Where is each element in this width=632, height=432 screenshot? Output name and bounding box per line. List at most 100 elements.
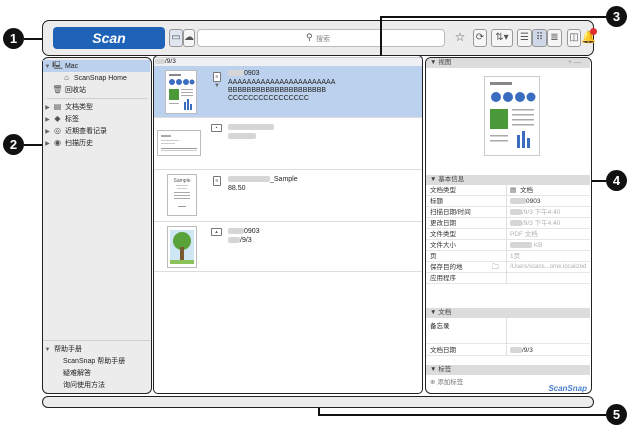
sidebar-divider xyxy=(47,98,147,99)
prop-key: 应用程序 xyxy=(430,275,456,282)
toolbar: Scan ▭ ☁ ⚲ 搜索 ☆ ⟳ ⇅▾ ☰ ⠿ ≣ ◫ 🔔 xyxy=(42,20,597,56)
search-input[interactable]: ⚲ 搜索 xyxy=(197,29,445,47)
prop-row: 保存目的地 🗀 /Users/scans...ome.localized xyxy=(426,262,590,273)
expand-triangle-icon[interactable]: ▼ xyxy=(43,344,52,356)
prop-value: /9/3 下午4:40 xyxy=(510,218,560,229)
prop-value: /9/3 下午4:40 xyxy=(510,207,560,218)
help-header-label: 帮助手册 xyxy=(53,346,82,353)
prop-row: 文档类型 ▤ 文档 xyxy=(426,185,590,196)
sidebar-divider xyxy=(43,340,150,341)
refresh-icon[interactable]: ⟳ xyxy=(473,29,487,47)
sidebar-item-document-type[interactable]: ▶ ▤ 文档类型 xyxy=(43,101,150,113)
preview-image xyxy=(484,76,540,156)
prop-row: 应用程序 xyxy=(426,273,590,284)
add-tag-label: 添加标签 xyxy=(437,379,464,386)
prop-key: 标题 xyxy=(430,198,443,205)
blurred-text xyxy=(510,242,532,249)
callout-leader xyxy=(24,38,42,40)
history-icon: ◉ xyxy=(54,138,61,147)
blurred-text xyxy=(510,198,526,205)
prop-key: 文档日期 xyxy=(430,347,456,354)
prop-value[interactable]: 0903 xyxy=(510,196,540,207)
prop-value: 1页 xyxy=(510,253,521,260)
callout-leader xyxy=(380,16,382,56)
sidebar-item-scan-history[interactable]: ▶ ◉ 扫描历史 xyxy=(43,137,150,149)
callout-leader xyxy=(380,16,606,18)
prop-value-text: /9/3 下午4:40 xyxy=(522,209,561,216)
callout-2: 2 xyxy=(3,134,24,155)
computer-view-icon[interactable]: ▭ xyxy=(169,29,183,47)
callout-leader xyxy=(592,180,606,182)
doc-type-icon: ▤ xyxy=(510,187,517,194)
callout-leader xyxy=(24,144,42,146)
sidebar-item-tags[interactable]: ▶ ◆ 标签 xyxy=(43,113,150,125)
prop-row: 扫描日期/时间 /9/3 下午4:40 xyxy=(426,207,590,218)
prop-row: 页 1页 xyxy=(426,251,590,262)
zoom-controls[interactable]: + — xyxy=(568,59,581,66)
sidebar-item-trash[interactable]: 🗑 回收站 xyxy=(43,84,150,96)
section-title: 标签 xyxy=(438,366,452,373)
trash-icon: 🗑 xyxy=(52,85,63,94)
help-section-header[interactable]: ▼ 帮助手册 xyxy=(43,344,150,356)
recent-icon: ◎ xyxy=(54,126,61,135)
document-section-header[interactable]: ▼ 文档 xyxy=(426,308,590,318)
prop-row: 文件大小 KB xyxy=(426,240,590,251)
thumbnail-view-icon[interactable]: ⠿ xyxy=(532,29,547,47)
search-placeholder: 搜索 xyxy=(316,36,330,43)
callout-1: 1 xyxy=(3,28,24,49)
expand-triangle-icon[interactable]: ▶ xyxy=(43,138,52,150)
tag-section-header[interactable]: ▼ 标签 xyxy=(426,365,590,375)
prop-key: 保存目的地 xyxy=(430,264,463,271)
detail-view-icon[interactable]: ≣ xyxy=(547,29,562,47)
list-view-icon[interactable]: ☰ xyxy=(517,29,532,47)
sidebar-item-label: 文档类型 xyxy=(64,104,93,111)
sidebar-item-label: 标签 xyxy=(64,116,79,123)
tag-icon: ◆ xyxy=(54,114,61,123)
sidebar-item-label: Mac xyxy=(64,63,79,70)
prop-key: 页 xyxy=(430,253,437,260)
prop-value[interactable]: /9/3 xyxy=(510,345,533,356)
scansnap-logo: ScanSnap xyxy=(548,384,587,393)
prop-key: 文档类型 xyxy=(430,187,456,194)
basic-info-section-header[interactable]: ▼ 基本信息 xyxy=(426,175,590,185)
prop-value[interactable]: 文档 xyxy=(520,185,533,196)
search-icon: ⚲ xyxy=(306,32,313,42)
sidebar-item-label: 近期查看记录 xyxy=(64,128,107,135)
prop-key: 更改日期 xyxy=(430,220,456,227)
add-tag-button[interactable]: ⊕ 添加标签 xyxy=(430,376,463,386)
blurred-text xyxy=(510,347,522,354)
preview-svg xyxy=(490,82,536,148)
view-section-header[interactable]: ▼ 视图 xyxy=(426,58,590,68)
favorite-star-icon[interactable]: ☆ xyxy=(453,29,467,47)
callout-5: 5 xyxy=(606,404,627,425)
prop-key: 文件类型 xyxy=(430,231,456,238)
callout-leader xyxy=(318,414,606,416)
help-item-ask[interactable]: 询问使用方法 xyxy=(43,380,150,392)
help-item-troubleshooting[interactable]: 疑难解答 xyxy=(43,368,150,380)
folder-icon[interactable]: 🗀 xyxy=(492,262,499,273)
sidebar-item-recent[interactable]: ▶ ◎ 近期查看记录 xyxy=(43,125,150,137)
sidebar-item-scansnap-home[interactable]: ⌂ ScanSnap Home xyxy=(43,72,150,84)
callout-3: 3 xyxy=(606,6,627,27)
section-title: 基本信息 xyxy=(438,176,465,183)
memo-row: 备忘录 xyxy=(426,318,590,344)
callout-4: 4 xyxy=(606,170,627,191)
memo-label: 备忘录 xyxy=(430,323,450,330)
prop-value: /Users/scans...ome.localized xyxy=(510,264,587,270)
sidebar-item-label: 扫描历史 xyxy=(64,140,93,147)
panel-toggle-icon[interactable]: ◫ xyxy=(567,29,581,47)
sort-icon[interactable]: ⇅▾ xyxy=(491,29,513,47)
prop-key: 扫描日期/时间 xyxy=(430,209,471,216)
section-title: 视图 xyxy=(438,59,452,66)
scan-button[interactable]: Scan xyxy=(53,27,165,49)
sidebar-item-mac[interactable]: ▼ 🖳 Mac xyxy=(43,60,150,72)
cloud-view-icon[interactable]: ☁ xyxy=(183,29,195,47)
sidebar-item-label: ScanSnap Home xyxy=(73,75,127,82)
computer-icon: 🖳 xyxy=(52,61,63,70)
sidebar: ▼ 🖳 Mac ⌂ ScanSnap Home 🗑 回收站 ▶ ▤ 文档类型 ▶ ◆ … xyxy=(42,57,152,394)
help-item-manual[interactable]: ScanSnap 帮助手册 xyxy=(43,356,150,368)
callout-leader xyxy=(318,408,320,415)
blurred-text xyxy=(510,220,522,227)
prop-row: 标题 0903 xyxy=(426,196,590,207)
memo-field[interactable] xyxy=(508,319,588,343)
